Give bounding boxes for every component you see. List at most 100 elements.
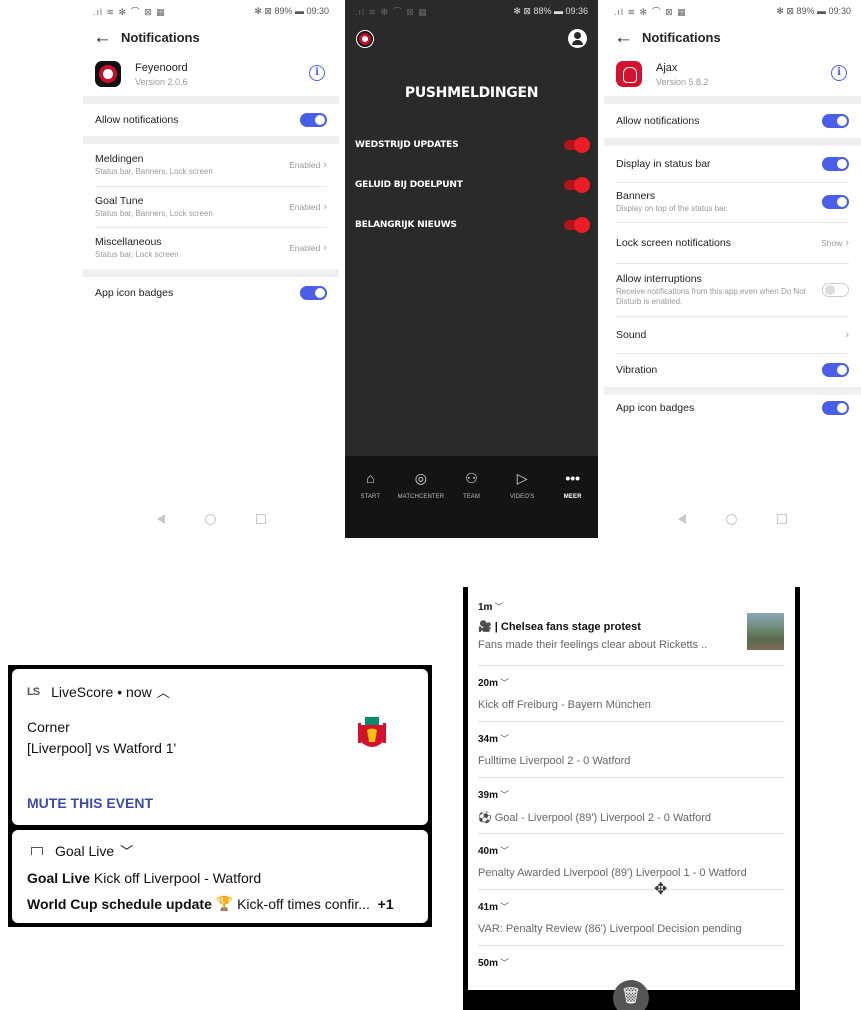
liverpool-crest-icon [358,717,386,747]
page-title: Notifications [121,29,200,45]
profile-icon[interactable] [568,29,587,48]
push-setting-row[interactable]: GELUID BIJ DOELPUNT [345,165,598,205]
nav-meer[interactable]: ••• MEER [549,468,597,538]
banners-row[interactable]: Banners Display on top of the status bar. [604,182,861,222]
feed-item[interactable]: 50m ﹀ [468,945,795,985]
display-status-bar-row[interactable]: Display in status bar [604,146,861,182]
channel-row[interactable]: Goal Tune Status bar, Banners, Lock scree… [83,186,339,227]
app-version: Version 2.0.6 [135,76,188,87]
channel-row[interactable]: Meldingen Status bar, Banners, Lock scree… [83,144,339,186]
line-bold: Goal Live [27,870,91,886]
push-setting-row[interactable]: BELANGRIJK NIEUWS [345,205,598,245]
app-icon-badges-label: App icon badges [616,402,695,414]
back-nav-icon[interactable] [678,514,686,524]
allow-interruptions-toggle[interactable] [822,282,849,297]
info-icon[interactable]: i [309,65,325,81]
push-setting-toggle[interactable] [564,217,590,233]
recents-nav-icon[interactable] [255,514,266,524]
allow-notifications-toggle[interactable] [300,113,327,127]
channel-desc: Status bar, Lock screen [95,250,179,259]
chevron-down-icon[interactable]: ﹀ [120,841,133,860]
feed-time: 40m ﹀ [478,846,510,857]
recents-nav-icon[interactable] [777,514,787,524]
home-nav-icon[interactable] [204,513,216,525]
back-arrow-icon[interactable]: ← [614,28,642,47]
allow-interruptions-desc: Receive notifications from this app even… [616,286,806,306]
more-count: +1 [377,895,394,912]
allow-notifications-label: Allow notifications [616,115,700,127]
channel-status: Enabled [289,243,321,253]
channel-name: Miscellaneous [95,236,162,248]
nav-videos[interactable]: ▷ VIDEO'S [498,468,546,538]
vibration-toggle[interactable] [822,363,849,377]
feed-item[interactable]: 20m ﹀ Kick off Freiburg - Bayern München [468,665,795,721]
notification-title-text: Corner [27,719,70,735]
lock-screen-value: Show [821,237,843,248]
feed-time: 50m ﹀ [478,958,510,969]
channel-name: Goal Tune [95,194,144,207]
channel-row[interactable]: Miscellaneous Status bar, Lock screen Ena… [83,227,339,269]
feed-text: Penalty Awarded Liverpool (89') Liverpoo… [478,867,747,879]
feed-item[interactable]: 1m ﹀ 🎥 | Chelsea fans stage protest Fans … [468,587,795,665]
livescore-notification[interactable]: LS LiveScore • now ︿ Corner [Liverpool] … [12,669,428,825]
mute-event-button[interactable]: MUTE THIS EVENT [27,795,153,811]
divider [604,96,861,104]
app-name: Ajax [656,61,678,74]
allow-notifications-toggle[interactable] [822,114,849,128]
divider [83,96,339,104]
feed-list: 1m ﹀ 🎥 | Chelsea fans stage protest Fans … [468,587,795,990]
app-icon-badges-toggle[interactable] [300,286,327,300]
app-icon-badges-toggle[interactable] [822,401,849,415]
app-icon-badges-row[interactable]: App icon badges [604,395,861,421]
notification-body: [Liverpool] vs Watford 1' [27,740,176,756]
system-nav-bar [83,504,339,534]
notification-source: Goal Live [55,842,115,859]
nav-start[interactable]: ⌂ START [346,468,394,538]
vibration-row[interactable]: Vibration [604,353,861,387]
chevron-up-icon[interactable]: ︿ [157,682,170,701]
banners-toggle[interactable] [822,195,849,209]
feed-text: Kick off Freiburg - Bayern München [478,699,651,711]
feed-item[interactable]: 41m ﹀ VAR: Penalty Review (86') Liverpool… [468,889,795,945]
allow-interruptions-label: Allow interruptions [616,272,702,285]
allow-notifications-row[interactable]: Allow notifications [604,104,861,138]
divider [604,138,861,146]
chevron-right-icon: › [845,328,849,341]
push-setting-toggle[interactable] [564,177,590,193]
team-icon: ⚇ [465,470,478,486]
chevron-right-icon: › [323,159,327,171]
feed-item[interactable]: 34m ﹀ Fulltime Liverpool 2 - 0 Watford [468,721,795,777]
sound-row[interactable]: Sound › [604,316,861,353]
app-icon-badges-label: App icon badges [95,287,174,299]
feyenoord-logo-icon[interactable] [356,30,374,48]
goal-app-icon [31,846,43,855]
push-setting-row[interactable]: WEDSTRIJD UPDATES [345,125,598,165]
push-setting-toggle[interactable] [564,137,590,153]
app-version: Version 5.8.2 [656,76,709,87]
feed-item[interactable]: 40m ﹀ Penalty Awarded Liverpool (89') Liv… [468,833,795,889]
nav-team[interactable]: ⚇ TEAM [447,468,495,538]
feed-item[interactable]: 39m ﹀ ⚽ Goal - Liverpool (89') Liverpool … [468,777,795,833]
signal-icons: .ıl ≋ ✻ ⌒ ⊠ ▦ [614,6,687,17]
display-status-bar-toggle[interactable] [822,157,849,171]
lock-screen-row[interactable]: Lock screen notifications Show › [604,222,861,263]
app-icon-badges-row[interactable]: App icon badges [83,277,339,309]
goal-live-notification[interactable]: Goal Live ﹀ Goal Live Kick off Liverpool… [12,830,428,923]
chevron-right-icon: › [845,236,849,249]
nav-matchcenter[interactable]: ◎ MATCHCENTER [397,468,445,538]
allow-notifications-row[interactable]: Allow notifications [83,104,339,136]
trash-icon[interactable]: 🗑 [613,980,649,1010]
feed-text: VAR: Penalty Review (86') Liverpool Deci… [478,923,742,935]
line-rest: Kick off Liverpool - Watford [93,870,262,886]
allow-interruptions-row[interactable]: Allow interruptions Receive notifications… [604,263,861,316]
display-status-bar-label: Display in status bar [616,158,711,170]
news-thumbnail[interactable] [747,613,784,650]
info-icon[interactable]: i [831,65,847,81]
banners-label: Banners [616,190,656,202]
home-nav-icon[interactable] [726,513,737,525]
feed-time: 41m ﹀ [478,902,510,913]
trophy-icon: 🏆 [215,895,234,911]
back-nav-icon[interactable] [156,514,165,524]
back-arrow-icon[interactable]: ← [93,28,121,47]
lock-screen-label: Lock screen notifications [616,236,731,249]
